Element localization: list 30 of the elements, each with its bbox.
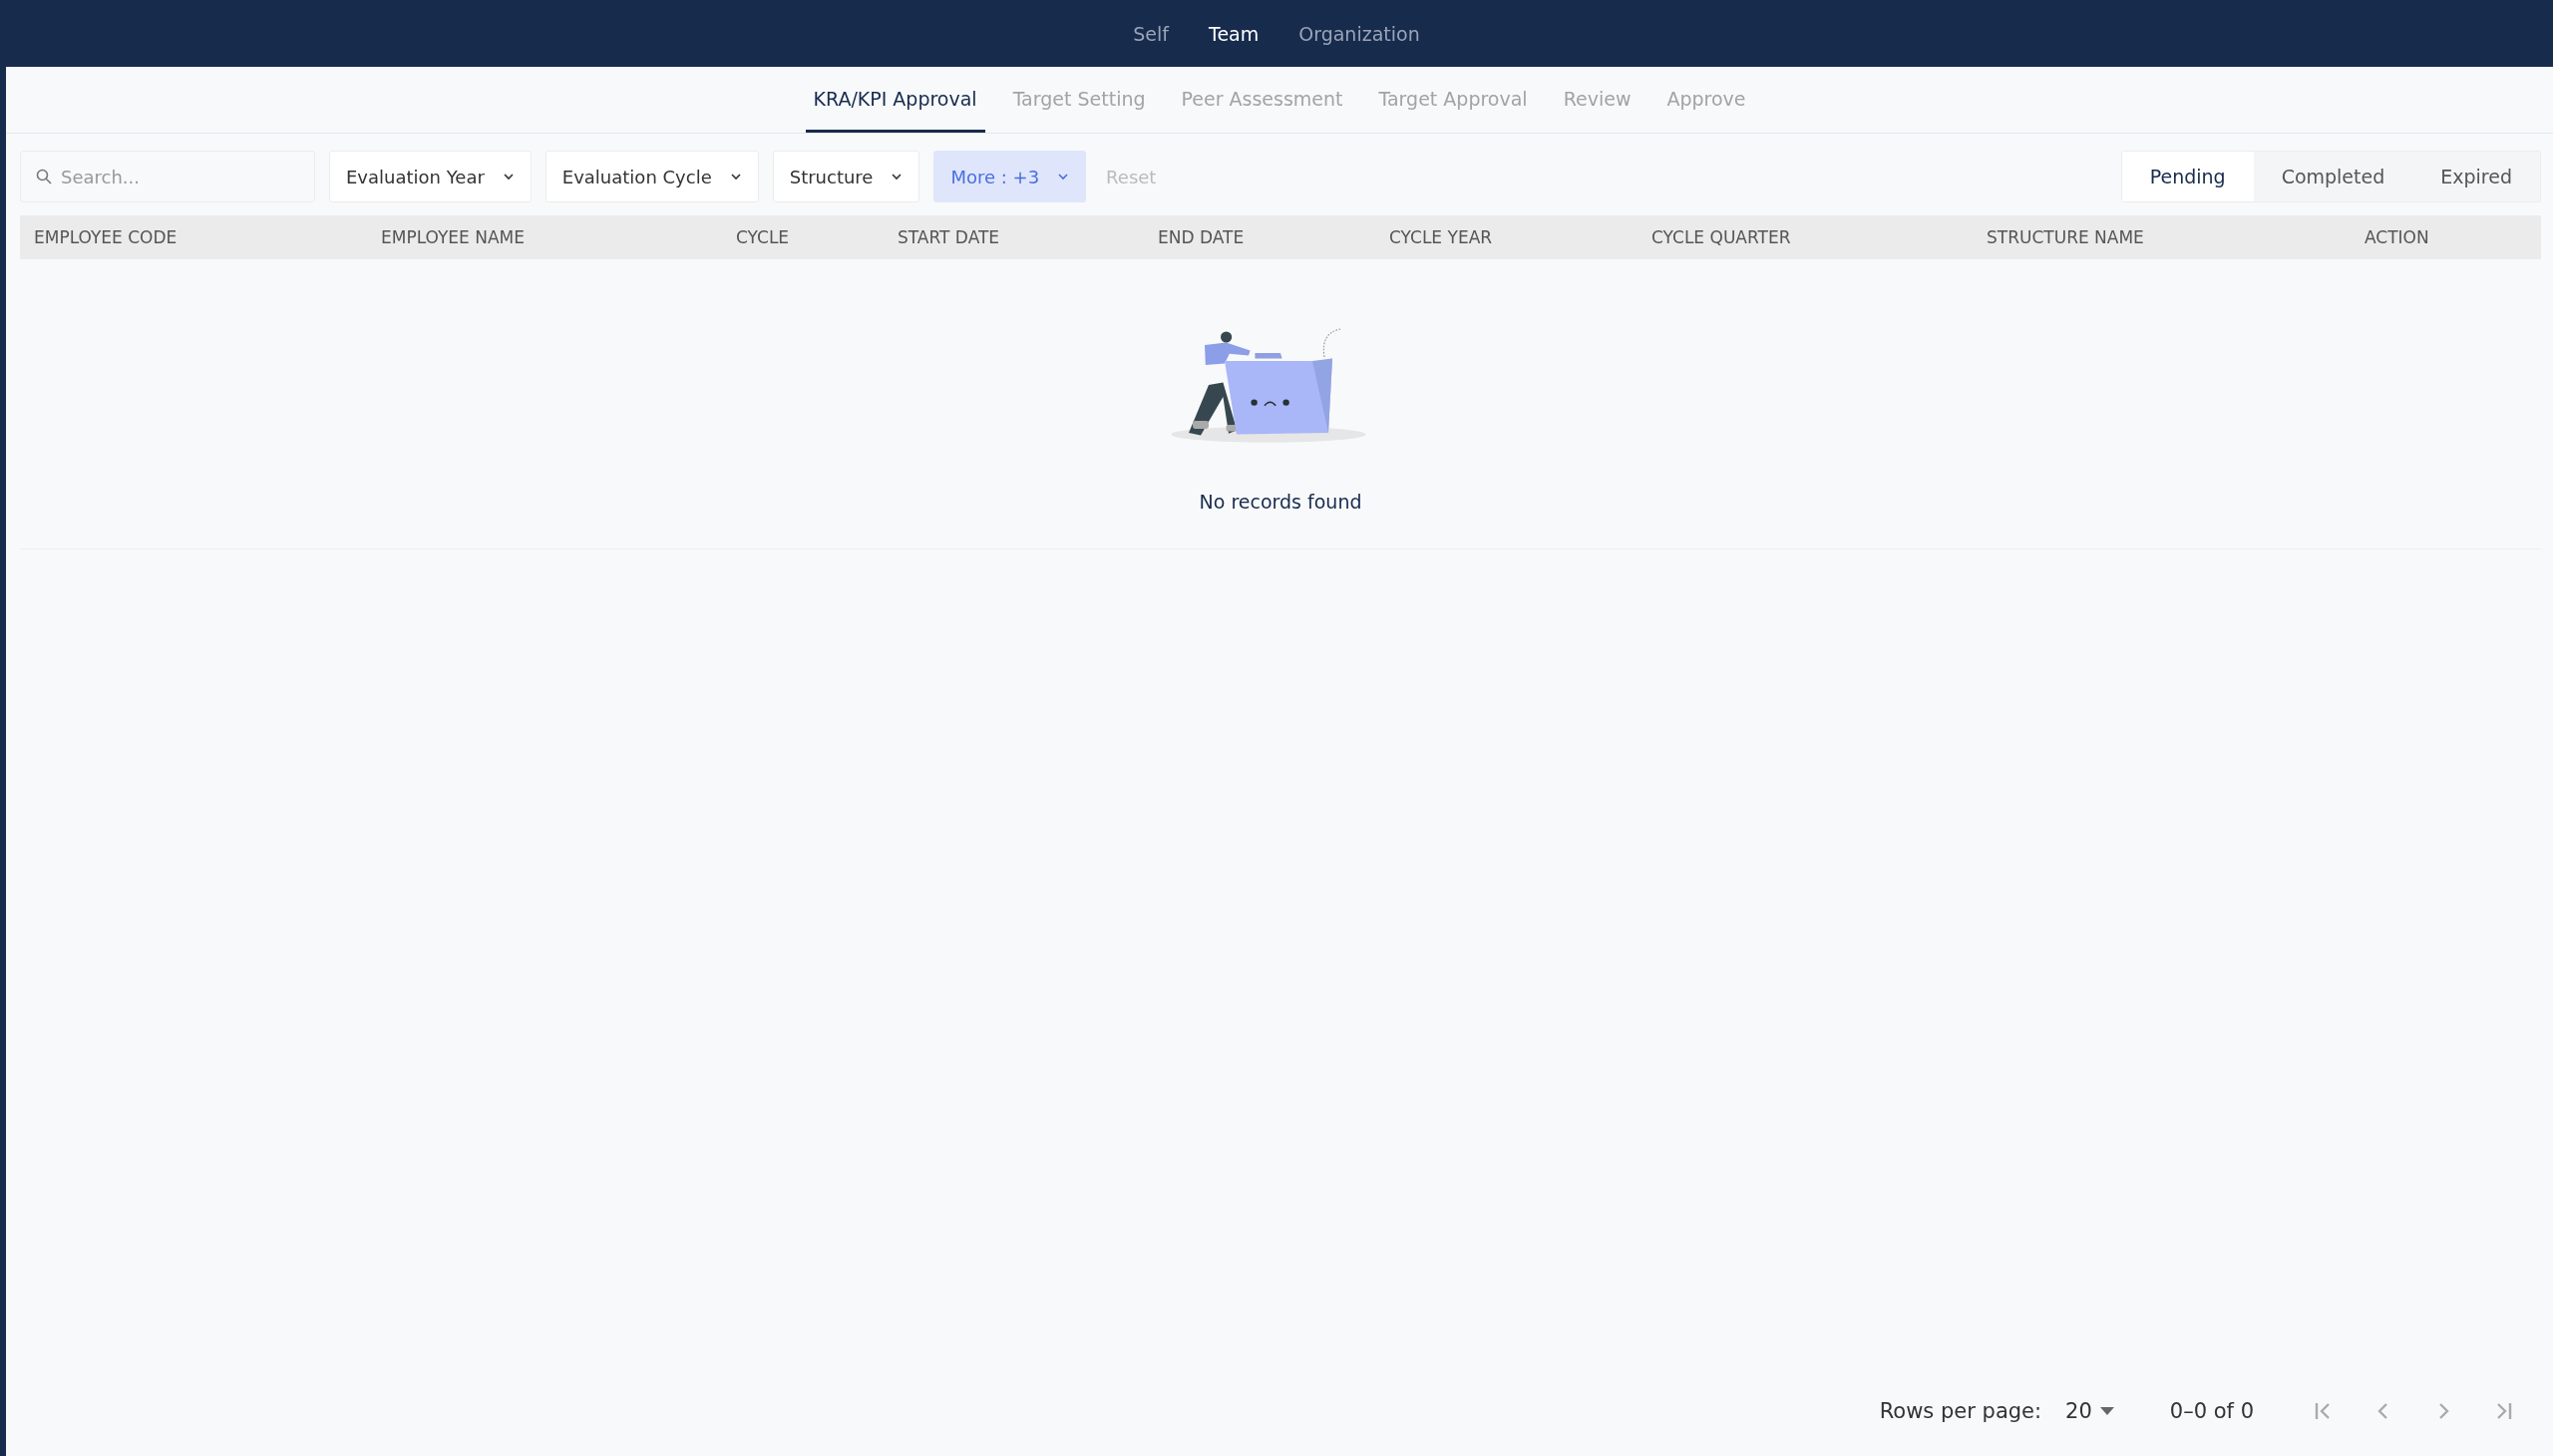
caret-down-icon xyxy=(2099,1407,2114,1415)
column-header: CYCLE xyxy=(736,227,791,247)
chevron-down-icon xyxy=(502,173,515,181)
nav-tab[interactable]: Organization xyxy=(1298,22,1420,45)
column-header: CYCLE YEAR xyxy=(1389,227,1494,247)
status-tab[interactable]: Pending xyxy=(2121,152,2254,201)
nav-tab[interactable]: Team xyxy=(1209,22,1260,45)
column-header: START DATE xyxy=(898,227,1001,247)
column-header: ACTION xyxy=(2365,227,2430,247)
chevron-down-icon xyxy=(1057,173,1070,181)
filter-dropdown[interactable]: Evaluation Cycle xyxy=(545,151,759,202)
search-field[interactable]: Search... xyxy=(20,151,315,202)
nav-tab[interactable]: Self xyxy=(1133,22,1169,45)
column-header: CYCLE QUARTER xyxy=(1651,227,1792,247)
chevron-down-icon xyxy=(891,173,904,181)
status-tab[interactable]: Completed xyxy=(2253,152,2413,201)
filter-dropdown[interactable]: Evaluation Year xyxy=(329,151,532,202)
filter-dropdown[interactable]: Structure xyxy=(772,151,920,202)
column-header: STRUCTURE NAME xyxy=(1987,227,2145,247)
chevron-down-icon xyxy=(729,173,742,181)
column-header: EMPLOYEE NAME xyxy=(381,227,526,247)
rows-per-page-label: Rows per page: xyxy=(1879,1399,2042,1423)
column-header: END DATE xyxy=(1158,227,1246,247)
page-range: 0–0 of 0 xyxy=(2169,1399,2254,1423)
tab[interactable]: KRA/KPI Approval xyxy=(805,67,985,133)
rows-per-page-select[interactable]: 20 xyxy=(2065,1399,2114,1423)
status-tab[interactable]: Expired xyxy=(2412,152,2540,201)
column-header: EMPLOYEE CODE xyxy=(34,227,179,247)
empty-state-message: No records found xyxy=(1199,491,1362,513)
filter-dropdown[interactable]: More : +3 xyxy=(933,151,1087,202)
